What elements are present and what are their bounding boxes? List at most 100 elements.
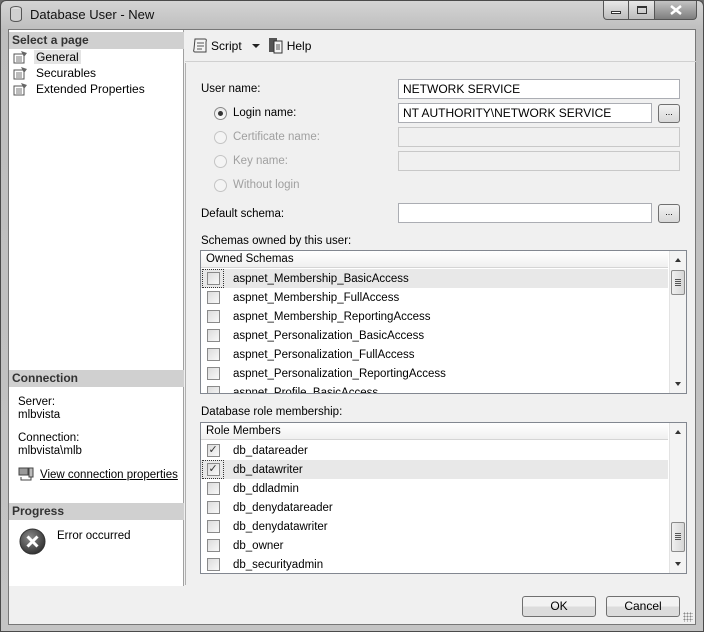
list-item-label: db_owner <box>233 539 284 552</box>
certificate-name-input[interactable] <box>398 127 680 147</box>
script-button[interactable]: Script <box>192 37 242 55</box>
database-user-dialog: Database User - New Select a page Genera… <box>0 0 704 632</box>
list-item[interactable]: db_owner <box>201 536 668 555</box>
list-item[interactable]: db_ddladmin <box>201 479 668 498</box>
list-item-checkbox[interactable] <box>206 482 220 495</box>
list-item[interactable]: db_denydatawriter <box>201 517 668 536</box>
script-label: Script <box>211 38 242 53</box>
list-item-checkbox[interactable] <box>206 501 220 514</box>
list-item-label: aspnet_Personalization_BasicAccess <box>233 329 425 342</box>
view-connection-properties-link[interactable]: View connection properties <box>18 467 178 482</box>
toolbar: Script Help <box>185 30 696 62</box>
list-item-checkbox[interactable]: ✓ <box>206 444 220 457</box>
key-name-radio[interactable] <box>214 155 227 168</box>
error-icon <box>19 528 46 555</box>
role-members-scrollbar[interactable] <box>669 423 686 573</box>
checkbox-cell <box>202 345 224 364</box>
connection-value: mlbvista\mlb <box>18 445 82 457</box>
owned-schemas-scrollbar[interactable] <box>669 251 686 393</box>
checkmark-icon: ✓ <box>208 444 218 456</box>
list-item[interactable]: aspnet_Profile_BasicAccess <box>201 383 668 394</box>
list-item-label: aspnet_Profile_BasicAccess <box>233 386 379 394</box>
script-dropdown-arrow-icon[interactable] <box>251 43 260 48</box>
checkbox-cell <box>202 269 224 288</box>
page-item-label: Extended Properties <box>36 82 145 96</box>
ok-button[interactable]: OK <box>522 596 596 617</box>
checkbox-cell <box>202 479 224 498</box>
server-label: Server: <box>18 396 56 408</box>
window-controls <box>603 1 697 20</box>
list-item[interactable]: db_denydatareader <box>201 498 668 517</box>
list-item[interactable]: db_securityadmin <box>201 555 668 573</box>
scroll-thumb[interactable] <box>671 522 685 552</box>
checkbox-cell <box>202 498 224 517</box>
scroll-up-arrow-icon[interactable] <box>675 430 681 434</box>
list-item-checkbox[interactable] <box>206 348 220 361</box>
progress-header: Progress <box>9 503 184 520</box>
scroll-grip-icon <box>675 533 681 540</box>
page-item-extended-properties[interactable]: Extended Properties <box>13 81 147 97</box>
close-button[interactable] <box>655 1 697 20</box>
page-item-label: Securables <box>36 66 97 80</box>
user-name-input[interactable]: NETWORK SERVICE <box>398 79 680 99</box>
default-schema-browse-button[interactable]: ... <box>658 204 680 223</box>
list-item-checkbox[interactable] <box>206 329 220 342</box>
role-members-list[interactable]: Role Members ✓ db_datareader ✓ db_datawrite… <box>200 422 687 574</box>
list-item-label: db_denydatawriter <box>233 520 328 533</box>
list-item[interactable]: aspnet_Membership_FullAccess <box>201 288 668 307</box>
key-name-input[interactable] <box>398 151 680 171</box>
property-page-icon <box>13 67 27 80</box>
schemas-owned-label: Schemas owned by this user: <box>201 235 352 247</box>
checkbox-cell <box>202 555 224 573</box>
list-item-checkbox[interactable] <box>206 291 220 304</box>
scroll-down-arrow-icon[interactable] <box>675 562 681 566</box>
certificate-name-radio[interactable] <box>214 131 227 144</box>
without-login-label: Without login <box>233 179 300 191</box>
list-item-checkbox[interactable] <box>206 310 220 323</box>
list-item-checkbox[interactable] <box>206 272 220 285</box>
list-item[interactable]: aspnet_Personalization_BasicAccess <box>201 326 668 345</box>
owned-schemas-list[interactable]: Owned Schemas aspnet_Membership_BasicAcc… <box>200 250 687 394</box>
scroll-thumb[interactable] <box>671 270 685 295</box>
list-item[interactable]: aspnet_Membership_BasicAccess <box>201 269 668 288</box>
without-login-radio[interactable] <box>214 179 227 192</box>
help-button[interactable]: Help <box>268 37 312 55</box>
minimize-icon <box>611 11 621 14</box>
page-item-securables[interactable]: Securables <box>13 65 98 81</box>
owned-schemas-column-header[interactable]: Owned Schemas <box>201 251 668 268</box>
list-item[interactable]: ✓ db_datareader <box>201 441 668 460</box>
list-item[interactable]: aspnet_Membership_ReportingAccess <box>201 307 668 326</box>
page-item-label: General <box>34 50 81 64</box>
scroll-down-arrow-icon[interactable] <box>675 382 681 386</box>
list-item[interactable]: aspnet_Personalization_FullAccess <box>201 345 668 364</box>
login-name-radio[interactable] <box>214 107 227 120</box>
list-item-label: aspnet_Membership_BasicAccess <box>233 272 409 285</box>
progress-status-icon-wrap <box>19 528 46 558</box>
checkbox-cell <box>202 536 224 555</box>
checkbox-cell <box>202 364 224 383</box>
role-members-column-header[interactable]: Role Members <box>201 423 668 440</box>
list-item-label: db_datawriter <box>233 463 303 476</box>
list-item-checkbox[interactable] <box>206 386 220 393</box>
list-item[interactable]: aspnet_Personalization_ReportingAccess <box>201 364 668 383</box>
maximize-button[interactable] <box>629 1 655 20</box>
help-label: Help <box>286 38 312 53</box>
default-schema-input[interactable] <box>398 203 652 223</box>
list-item-checkbox[interactable] <box>206 520 220 533</box>
list-item-checkbox[interactable] <box>206 558 220 571</box>
title-bar[interactable]: Database User - New <box>1 1 703 29</box>
list-item-checkbox[interactable]: ✓ <box>206 463 220 476</box>
default-schema-label: Default schema: <box>201 208 285 220</box>
list-item-label: aspnet_Personalization_FullAccess <box>233 348 415 361</box>
page-item-general[interactable]: General <box>13 49 81 65</box>
login-name-input[interactable]: NT AUTHORITY\NETWORK SERVICE <box>398 103 652 123</box>
list-item-checkbox[interactable] <box>206 539 220 552</box>
scroll-up-arrow-icon[interactable] <box>675 258 681 262</box>
minimize-button[interactable] <box>603 1 629 20</box>
resize-grip-icon[interactable] <box>683 612 693 622</box>
list-item[interactable]: ✓ db_datawriter <box>201 460 668 479</box>
cancel-button[interactable]: Cancel <box>606 596 680 617</box>
login-name-browse-button[interactable]: ... <box>658 104 680 123</box>
database-icon <box>10 6 22 22</box>
list-item-checkbox[interactable] <box>206 367 220 380</box>
